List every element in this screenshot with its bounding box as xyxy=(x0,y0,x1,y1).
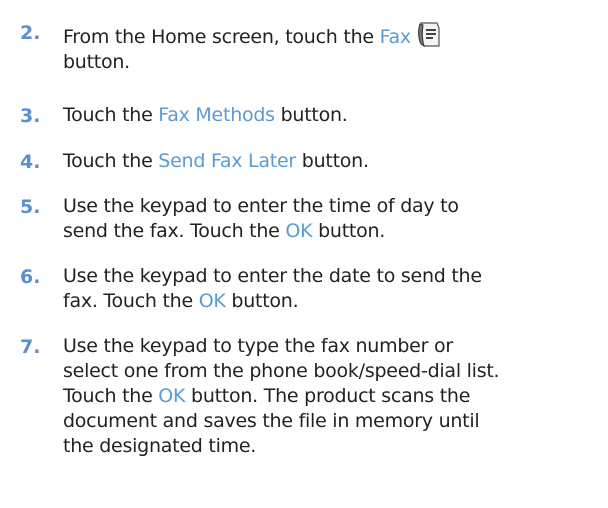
step-text-line: Use the keypad to enter the date to send… xyxy=(63,265,482,287)
step-text: Touch the Send Fax Later button. xyxy=(63,149,533,174)
ok-reference: OK xyxy=(285,220,313,242)
step-text-line: Use the keypad to type the fax number or xyxy=(63,335,453,357)
step-number: 3. xyxy=(20,105,41,127)
fax-methods-reference: Fax Methods xyxy=(158,104,275,126)
step-text: Use the keypad to type the fax number or… xyxy=(63,334,533,459)
step-number: 5. xyxy=(20,196,41,218)
step-text: From the Home screen, touch the Fax butt… xyxy=(63,20,533,75)
step-text-segment: fax. Touch the xyxy=(63,290,199,312)
step-text-line: document and saves the file in memory un… xyxy=(63,410,480,432)
ok-reference: OK xyxy=(198,290,226,312)
step-text-segment: send the fax. Touch the xyxy=(63,220,286,242)
step-text: Use the keypad to enter the time of day … xyxy=(63,194,533,244)
step-number: 4. xyxy=(20,151,41,173)
step-text-segment: button. xyxy=(225,290,299,312)
step-text-segment: Touch the xyxy=(63,150,159,172)
step-text-segment: button. xyxy=(274,104,348,126)
step-text-line: select one from the phone book/speed-dia… xyxy=(63,360,500,382)
step-text: Use the keypad to enter the date to send… xyxy=(63,264,533,314)
step-text: Touch the Fax Methods button. xyxy=(63,103,533,128)
step-number: 7. xyxy=(20,336,41,358)
step-text-segment: From the Home screen, touch the xyxy=(63,26,380,48)
fax-icon xyxy=(418,22,440,48)
step-text-segment: Touch the xyxy=(63,385,159,407)
step-text-segment: button. xyxy=(63,51,130,73)
step-text-segment: button. xyxy=(295,150,369,172)
step-text-line: Use the keypad to enter the time of day … xyxy=(63,195,459,217)
step-text-segment: Touch the xyxy=(63,104,159,126)
step-text-segment: button. The product scans the xyxy=(185,385,471,407)
step-text-line: the designated time. xyxy=(63,435,257,457)
step-number: 6. xyxy=(20,266,41,288)
fax-button-reference: Fax xyxy=(379,26,412,48)
step-number: 2. xyxy=(20,22,41,44)
send-fax-later-reference: Send Fax Later xyxy=(158,150,296,172)
step-text-segment: button. xyxy=(312,220,386,242)
ok-reference: OK xyxy=(158,385,186,407)
